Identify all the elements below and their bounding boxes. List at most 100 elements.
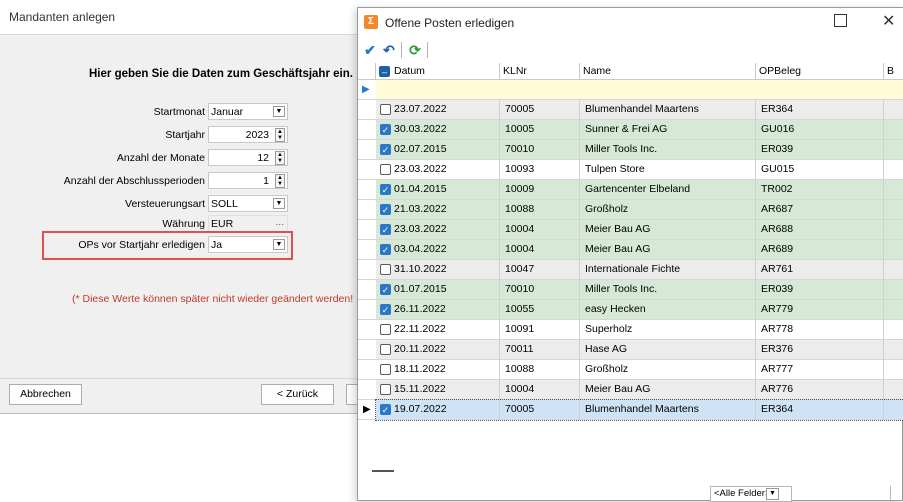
- row-indicator[interactable]: [358, 280, 376, 300]
- cell-klnr: 10088: [500, 200, 580, 220]
- row-indicator[interactable]: [358, 300, 376, 320]
- row-checkbox[interactable]: ✓: [380, 224, 391, 235]
- table-row[interactable]: 15.11.2022 10004 Meier Bau AG AR776: [376, 380, 903, 400]
- table-row[interactable]: 31.10.2022 10047 Internationale Fichte AR76…: [376, 260, 903, 280]
- column-header-klnr[interactable]: KLNr: [500, 63, 580, 80]
- checkmark-icon[interactable]: ✔: [361, 41, 379, 59]
- row-checkbox[interactable]: ✓: [380, 404, 391, 415]
- row-checkbox[interactable]: ✓: [380, 144, 391, 155]
- row-indicator[interactable]: [358, 180, 376, 200]
- anzahl-monate-stepper[interactable]: 12 ▲ ▼: [208, 149, 288, 166]
- row-indicator[interactable]: [358, 160, 376, 180]
- cell-opbeleg: AR687: [756, 200, 884, 220]
- cell-opbeleg: AR761: [756, 260, 884, 280]
- select-all-checkbox[interactable]: –: [379, 66, 390, 77]
- column-header-datum[interactable]: – Datum: [376, 63, 500, 80]
- versteuerungsart-dropdown[interactable]: SOLL ▼: [208, 195, 288, 212]
- startmonat-dropdown[interactable]: Januar ▼: [208, 103, 288, 120]
- close-icon[interactable]: ✕: [882, 11, 895, 31]
- cell-datum: 23.03.2022: [376, 160, 500, 180]
- maximize-icon[interactable]: [834, 14, 847, 27]
- ops-erledigen-dropdown[interactable]: Ja ▼: [208, 236, 288, 253]
- table-row[interactable]: ✓ 03.04.2022 10004 Meier Bau AG AR689: [376, 240, 903, 260]
- row-indicator[interactable]: [358, 120, 376, 140]
- divider: [0, 34, 372, 35]
- column-header-opbeleg[interactable]: OPBeleg: [756, 63, 884, 80]
- chevron-down-icon[interactable]: ▼: [273, 198, 285, 209]
- table-row[interactable]: ✓ 21.03.2022 10088 Großholz AR687: [376, 200, 903, 220]
- cell-name: Meier Bau AG: [580, 240, 756, 260]
- row-checkbox[interactable]: [380, 344, 391, 355]
- chevron-down-icon[interactable]: ▼: [273, 106, 285, 117]
- table-row[interactable]: ✓ 30.03.2022 10005 Sunner & Frei AG GU016: [376, 120, 903, 140]
- row-checkbox[interactable]: [380, 324, 391, 335]
- cell-datum: ✓ 21.03.2022: [376, 200, 500, 220]
- startmonat-label: Startmonat: [153, 106, 205, 118]
- spinner-arrows-icon[interactable]: ▲ ▼: [275, 128, 285, 142]
- toolbar-separator: [427, 42, 428, 58]
- date-text: 22.11.2022: [394, 323, 446, 335]
- waehrung-picker[interactable]: EUR ...: [208, 215, 288, 232]
- spinner-arrows-icon[interactable]: ▲ ▼: [275, 174, 285, 188]
- row-checkbox[interactable]: ✓: [380, 244, 391, 255]
- row-indicator[interactable]: [358, 140, 376, 160]
- row-indicator[interactable]: [358, 320, 376, 340]
- filter-row[interactable]: [376, 80, 903, 100]
- row-indicator[interactable]: ▶: [358, 400, 376, 420]
- row-checkbox[interactable]: [380, 364, 391, 375]
- chevron-down-icon[interactable]: ▼: [273, 239, 285, 250]
- row-indicator[interactable]: [358, 380, 376, 400]
- undo-icon[interactable]: ↶: [380, 41, 398, 59]
- chevron-down-icon[interactable]: ▼: [766, 488, 779, 500]
- row-checkbox[interactable]: ✓: [380, 204, 391, 215]
- table-row[interactable]: ✓ 26.11.2022 10055 easy Hecken AR779: [376, 300, 903, 320]
- row-checkbox[interactable]: [380, 264, 391, 275]
- row-checkbox[interactable]: [380, 384, 391, 395]
- date-text: 26.11.2022: [394, 303, 446, 315]
- cancel-button[interactable]: Abbrechen: [9, 384, 82, 405]
- table-row[interactable]: ✓ 19.07.2022 70005 Blumenhandel Maartens ER3…: [375, 399, 903, 421]
- row-checkbox[interactable]: [380, 164, 391, 175]
- table-row[interactable]: ✓ 02.07.2015 70010 Miller Tools Inc. ER039: [376, 140, 903, 160]
- divider: [0, 378, 372, 379]
- column-header-b[interactable]: B: [884, 63, 903, 80]
- row-indicator[interactable]: [358, 240, 376, 260]
- waehrung-picker-button[interactable]: ...: [276, 217, 284, 228]
- row-indicator[interactable]: [358, 360, 376, 380]
- cell-name: Gartencenter Elbeland: [580, 180, 756, 200]
- abschlussperioden-value: 1: [263, 175, 269, 187]
- table-row[interactable]: 22.11.2022 10091 Superholz AR778: [376, 320, 903, 340]
- anzahl-monate-value: 12: [257, 152, 269, 164]
- column-header-name[interactable]: Name: [580, 63, 756, 80]
- startjahr-stepper[interactable]: 2023 ▲ ▼: [208, 126, 288, 143]
- search-field[interactable]: [890, 486, 903, 502]
- cell-klnr: 10088: [500, 360, 580, 380]
- refresh-icon[interactable]: ⟳: [406, 41, 424, 59]
- abschlussperioden-stepper[interactable]: 1 ▲ ▼: [208, 172, 288, 189]
- table-row[interactable]: 18.11.2022 10088 Großholz AR777: [376, 360, 903, 380]
- row-checkbox[interactable]: ✓: [380, 304, 391, 315]
- cell-opbeleg: ER039: [756, 140, 884, 160]
- table-row[interactable]: ✓ 01.07.2015 70010 Miller Tools Inc. ER039: [376, 280, 903, 300]
- row-checkbox[interactable]: [380, 104, 391, 115]
- row-indicator[interactable]: [358, 200, 376, 220]
- table-row[interactable]: ✓ 01.04.2015 10009 Gartencenter Elbeland TR0…: [376, 180, 903, 200]
- row-checkbox[interactable]: ✓: [380, 184, 391, 195]
- spinner-arrows-icon[interactable]: ▲ ▼: [275, 151, 285, 165]
- back-button[interactable]: < Zurück: [261, 384, 334, 405]
- row-indicator[interactable]: [358, 100, 376, 120]
- table-row[interactable]: 23.03.2022 10093 Tulpen Store GU015: [376, 160, 903, 180]
- row-checkbox[interactable]: ✓: [380, 284, 391, 295]
- ops-erledigen-label: OPs vor Startjahr erledigen: [78, 239, 205, 251]
- table-row[interactable]: 23.07.2022 70005 Blumenhandel Maartens ER36…: [376, 100, 903, 120]
- table-row[interactable]: ✓ 23.03.2022 10004 Meier Bau AG AR688: [376, 220, 903, 240]
- table-row[interactable]: 20.11.2022 70011 Hase AG ER376: [376, 340, 903, 360]
- row-indicator[interactable]: [358, 260, 376, 280]
- cell-opbeleg: TR002: [756, 180, 884, 200]
- row-indicator[interactable]: [358, 340, 376, 360]
- cell-name: Internationale Fichte: [580, 260, 756, 280]
- row-indicator[interactable]: [358, 220, 376, 240]
- filter-field-select[interactable]: <Alle Felder>: [710, 486, 792, 502]
- row-checkbox[interactable]: ✓: [380, 124, 391, 135]
- cell-b: [884, 320, 903, 340]
